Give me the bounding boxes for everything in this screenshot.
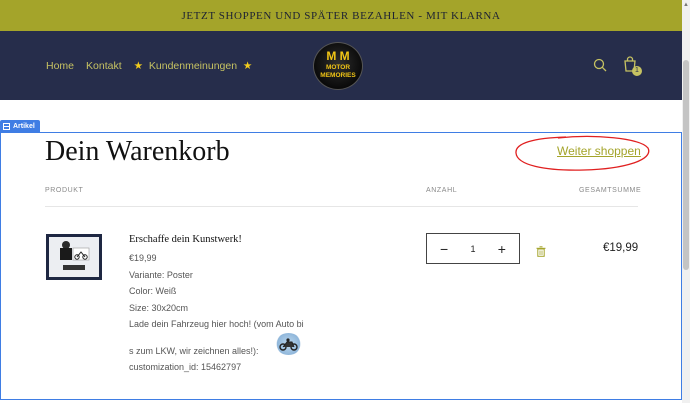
nav-contact[interactable]: Kontakt [86, 60, 122, 72]
announcement-bar: JETZT SHOPPEN UND SPÄTER BEZAHLEN - MIT … [0, 0, 682, 31]
decrease-quantity-button[interactable]: − [440, 242, 448, 256]
product-unit-price: €19,99 [129, 253, 157, 263]
product-color: Color: Weiß [129, 286, 177, 296]
site-logo[interactable]: M M MOTOR MEMORIES [313, 42, 363, 90]
main-nav: Home Kontakt ★ Kundenmeinungen ★ [46, 60, 252, 72]
nav-home[interactable]: Home [46, 60, 74, 72]
upload-note-line2: s zum LKW, wir zeichnen alles!): [129, 346, 259, 356]
scroll-up-arrow-icon[interactable]: ▲ [683, 2, 689, 8]
product-variant: Variante: Poster [129, 270, 193, 280]
poster-image [49, 237, 99, 277]
site-header: Home Kontakt ★ Kundenmeinungen ★ M M MOT… [0, 31, 682, 100]
star-icon: ★ [242, 60, 253, 72]
line-item-total: €19,99 [603, 242, 639, 254]
product-thumbnail[interactable] [46, 234, 102, 280]
announcement-text: JETZT SHOPPEN UND SPÄTER BEZAHLEN - MIT … [181, 9, 501, 22]
quantity-stepper: − 1 + [426, 233, 520, 264]
product-size: Size: 30x20cm [129, 303, 189, 313]
upload-note-line1: Lade dein Fahrzeug hier hoch! (vom Auto … [129, 319, 304, 329]
logo-mark: M M [326, 49, 350, 63]
section-tag[interactable]: Artikel [0, 120, 40, 132]
increase-quantity-button[interactable]: + [498, 242, 506, 256]
search-icon[interactable] [593, 58, 607, 77]
star-icon: ★ [133, 60, 144, 72]
product-name[interactable]: Erschaffe dein Kunstwerk! [129, 234, 242, 245]
section-tag-label: Artikel [13, 122, 35, 130]
continue-shopping-link[interactable]: Weiter shoppen [557, 144, 641, 158]
logo-line2: MEMORIES [320, 72, 356, 79]
scrollbar-thumb[interactable] [683, 60, 689, 270]
column-header-quantity: ANZAHL [426, 187, 458, 194]
column-header-product: PRODUKT [45, 187, 84, 194]
column-header-total: GESAMTSUMME [579, 187, 642, 194]
page-title: Dein Warenkorb [45, 136, 230, 167]
nav-reviews-label: Kundenmeinungen [148, 60, 238, 72]
logo-line1: MOTOR [325, 64, 351, 71]
quantity-value[interactable]: 1 [470, 244, 475, 254]
grid-icon [3, 122, 10, 130]
trash-icon[interactable] [536, 244, 546, 262]
cart-count-badge: 1 [632, 66, 642, 76]
nav-reviews[interactable]: ★ Kundenmeinungen ★ [134, 60, 253, 72]
uploaded-vehicle-image[interactable] [275, 333, 302, 355]
customization-id: customization_id: 15462797 [129, 362, 242, 372]
header-divider [45, 206, 638, 207]
